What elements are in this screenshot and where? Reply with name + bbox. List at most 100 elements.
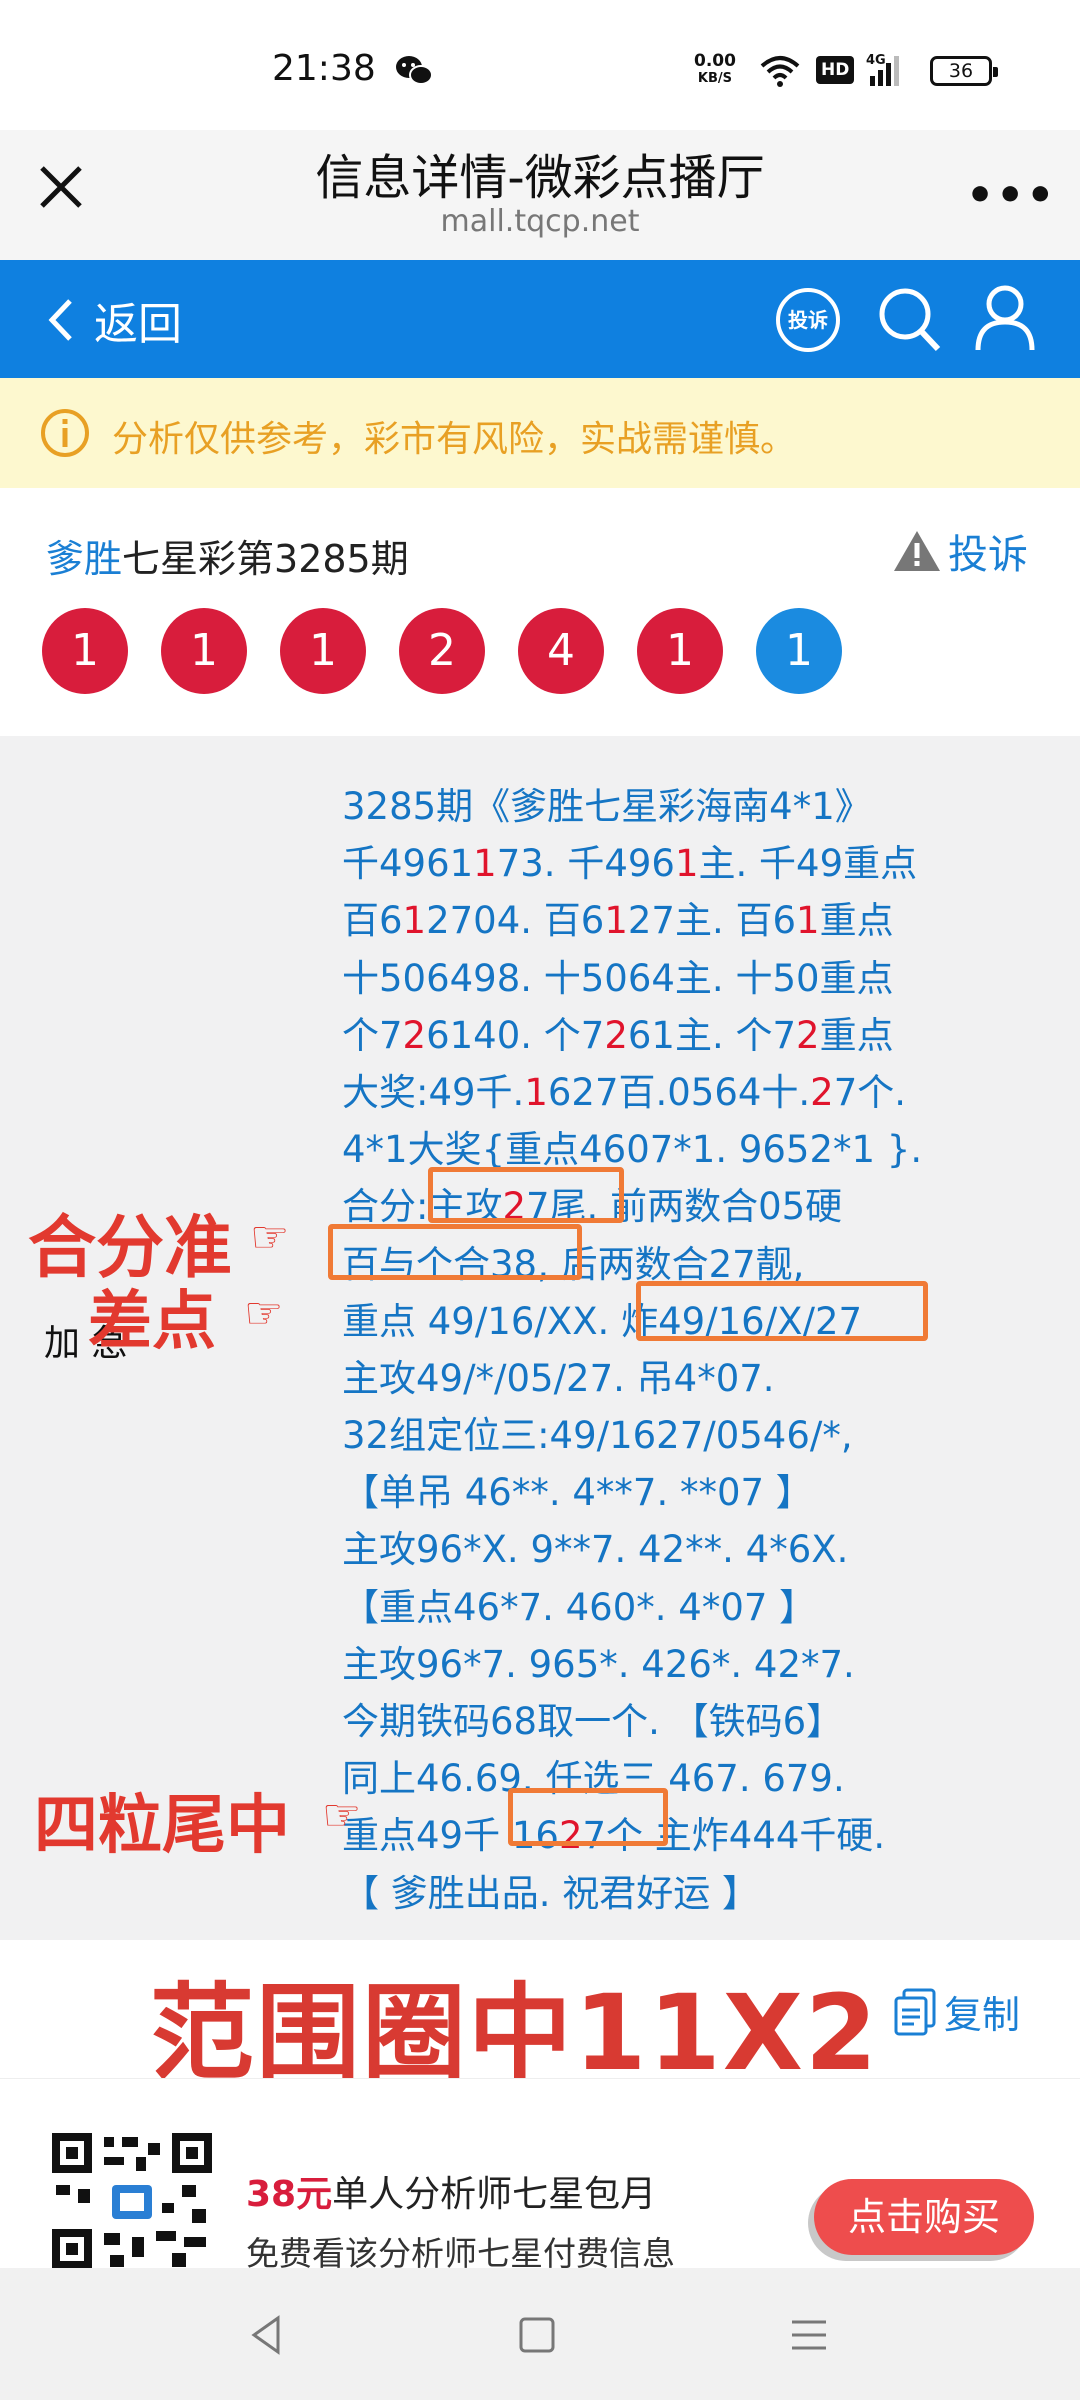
analysis-line: 大奖:49千.1627百.0564十.27个. <box>342 1064 922 1121</box>
highlighted-digit: 1 <box>796 899 820 943</box>
highlighted-digit: 2 <box>604 1013 628 1057</box>
highlighted-digit: 1 <box>524 1070 548 1114</box>
analysis-line: 千4961173. 千4961主. 千49重点 <box>342 835 922 892</box>
line-segment: 7个. <box>833 1070 907 1114</box>
analysis-line: 今期铁码68取一个. 【铁码6】 <box>342 1693 922 1750</box>
copy-label: 复制 <box>944 1993 1021 2037</box>
copy-button[interactable]: 复制 <box>892 1984 1020 2039</box>
annotation-text: 差点 <box>88 1285 216 1359</box>
pointing-hand-icon: ☞ <box>244 1288 284 1339</box>
line-segment: 【单吊 46**. 4**7. **07 】 <box>342 1471 813 1515</box>
svg-text:4G: 4G <box>866 53 886 68</box>
line-segment: 个7 <box>342 1013 403 1057</box>
highlight-box <box>428 1167 624 1223</box>
risk-warning-text: 分析仅供参考，彩市有风险，实战需谨慎。 <box>112 419 797 460</box>
line-segment: 2704. 百6 <box>426 899 605 943</box>
complain-icon-button[interactable]: 投诉 <box>776 288 840 352</box>
number-ball: 2 <box>399 608 485 694</box>
system-nav-bar <box>0 2268 1080 2400</box>
line-segment: 主攻49/*/05/27. 吊4*07. <box>342 1356 775 1400</box>
line-segment: 32组定位三:49/1627/0546/*, <box>342 1414 853 1458</box>
back-button[interactable]: 返回 <box>46 288 182 352</box>
highlighted-digit: 2 <box>810 1070 834 1114</box>
analysis-line: 【重点46*7. 460*. 4*07 】 <box>342 1579 922 1636</box>
more-menu-icon[interactable]: ••• <box>966 170 1056 221</box>
highlighted-digit: 1 <box>674 842 699 886</box>
line-segment: 主攻96*7. 965*. 426*. 42*7. <box>342 1642 855 1686</box>
page-url: mall.tqcp.net <box>440 204 640 239</box>
number-ball: 1 <box>637 608 723 694</box>
net-speed: 0.00 KB/S <box>694 52 736 88</box>
wechat-icon <box>396 56 433 85</box>
back-label: 返回 <box>94 299 182 350</box>
analysis-line: 主攻49/*/05/27. 吊4*07. <box>342 1350 922 1407</box>
copy-icon <box>894 1988 936 2035</box>
highlight-box <box>328 1224 582 1280</box>
line-segment: 重点 <box>819 899 894 943</box>
hd-badge: HD <box>816 56 855 84</box>
line-segment: 627百.0564十. <box>547 1070 811 1114</box>
nav-home-icon[interactable] <box>514 2312 560 2358</box>
buy-button[interactable]: 点击购买 <box>814 2179 1034 2255</box>
analysis-text: 3285期《爹胜七星彩海南4*1》 千4961173. 千4961主. 千49重点… <box>342 778 922 1922</box>
number-ball: 1 <box>280 608 366 694</box>
line-segment: 重点 <box>819 1013 894 1057</box>
draw-numbers: 1 1 1 2 4 1 1 <box>42 608 842 694</box>
highlight-box <box>508 1788 668 1846</box>
user-icon[interactable] <box>974 282 1036 352</box>
page-title: 信息详情-微彩点播厅 <box>315 150 765 206</box>
author-link[interactable]: 爹胜 <box>46 537 122 581</box>
line-segment: 【 爹胜出品. 祝君好运 】 <box>342 1871 760 1915</box>
issue-header: 爹胜七星彩第3285期 投诉 1 1 1 2 4 1 1 <box>0 488 1080 736</box>
line-segment: 百6 <box>342 899 403 943</box>
line-segment: 61主. 个7 <box>627 1013 797 1057</box>
info-icon <box>41 409 89 457</box>
line-segment: 大奖:49千. <box>342 1070 525 1114</box>
complain-label: 投诉 <box>948 532 1028 578</box>
line-segment: 4*1大奖{重点4607*1. 9652*1 }. <box>342 1128 923 1172</box>
analysis-line: 【 爹胜出品. 祝君好运 】 <box>342 1865 922 1922</box>
number-ball: 1 <box>161 608 247 694</box>
promo-banner[interactable]: 38元单人分析师七星包月 免费看该分析师七星付费信息 点击购买 <box>0 2078 1080 2273</box>
promo-price: 38元 <box>246 2174 333 2215</box>
line-segment: 【重点46*7. 460*. 4*07 】 <box>342 1585 817 1629</box>
qr-code-icon <box>52 2133 212 2269</box>
annotation-text: 四粒尾中 <box>34 1789 290 1863</box>
number-ball: 4 <box>518 608 604 694</box>
annotation-headline: 范围圈中11X2 <box>150 1972 880 2094</box>
net-speed-unit: KB/S <box>697 71 733 86</box>
line-segment: 千4961 <box>342 842 474 886</box>
highlighted-digit: 1 <box>604 899 628 943</box>
pointing-hand-icon: ☞ <box>250 1212 290 1263</box>
highlight-box <box>636 1281 928 1341</box>
line-segment: 十506498. 十5064主. 十50重点 <box>342 956 894 1000</box>
highlighted-digit: 1 <box>402 899 427 943</box>
nav-back-icon[interactable] <box>244 2312 290 2358</box>
line-segment: 73. 千496 <box>496 842 675 886</box>
chevron-left-icon <box>48 299 72 341</box>
analysis-line: 个726140. 个7261主. 个72重点 <box>342 1007 922 1064</box>
highlighted-digit: 1 <box>473 842 497 886</box>
status-bar: 21:38 0.00 KB/S HD 4G 36 <box>0 0 1080 130</box>
complain-button[interactable]: 投诉 <box>892 522 1028 580</box>
battery-indicator: 36 <box>930 56 998 86</box>
analysis-line: 主攻96*7. 965*. 426*. 42*7. <box>342 1636 922 1693</box>
warning-triangle-icon <box>894 531 940 571</box>
analysis-line: 主攻96*X. 9**7. 42**. 4*6X. <box>342 1521 922 1578</box>
special-number-ball: 1 <box>756 608 842 694</box>
search-icon[interactable] <box>876 284 942 354</box>
number-ball: 1 <box>42 608 128 694</box>
issue-number: 七星彩第3285期 <box>122 537 409 581</box>
line-segment: 3285期《爹胜七星彩海南4*1》 <box>342 785 872 828</box>
line-segment: 27主. 百6 <box>627 899 797 943</box>
nav-menu-icon[interactable] <box>786 2312 832 2358</box>
wifi-icon <box>760 56 800 87</box>
analysis-content: 3285期《爹胜七星彩海南4*1》 千4961173. 千4961主. 千49重点… <box>0 736 1080 1940</box>
promo-price-desc: 单人分析师七星包月 <box>332 2174 657 2215</box>
line-segment: 今期铁码68取一个. 【铁码6】 <box>342 1700 844 1743</box>
signal-icon: 4G <box>866 53 899 86</box>
analysis-line: 32组定位三:49/1627/0546/*, <box>342 1407 922 1464</box>
app-nav-bar: 返回 投诉 <box>0 260 1080 378</box>
analysis-line: 3285期《爹胜七星彩海南4*1》 <box>342 778 922 835</box>
line-segment: 6140. 个7 <box>426 1013 605 1057</box>
